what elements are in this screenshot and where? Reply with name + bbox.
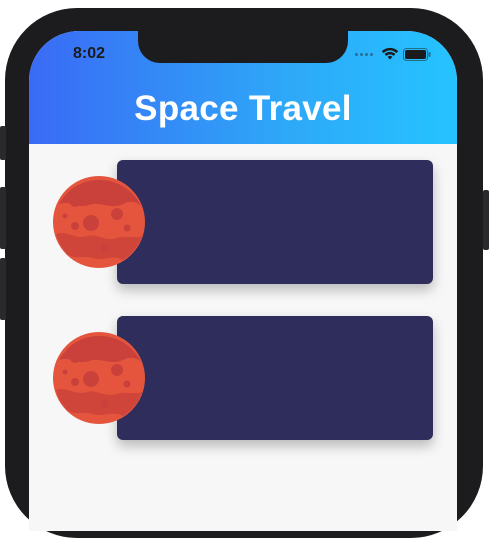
status-time: 8:02	[73, 45, 106, 62]
list-item-card[interactable]	[117, 316, 433, 440]
mars-planet-icon[interactable]	[53, 176, 145, 268]
mars-planet-icon[interactable]	[53, 332, 145, 424]
app-header: 8:02 Space Travel	[29, 31, 457, 144]
battery-icon	[403, 48, 431, 61]
phone-volume-up-button	[0, 187, 6, 249]
wifi-icon	[381, 47, 399, 60]
app-screen: 8:02 Space Travel	[29, 31, 457, 531]
phone-mute-switch	[0, 126, 6, 160]
page-title: Space Travel	[134, 89, 352, 128]
list-item-card[interactable]	[117, 160, 433, 284]
phone-volume-down-button	[0, 258, 6, 320]
device-notch	[138, 31, 348, 63]
phone-power-button	[483, 190, 489, 250]
signal-dots-icon	[355, 53, 373, 56]
